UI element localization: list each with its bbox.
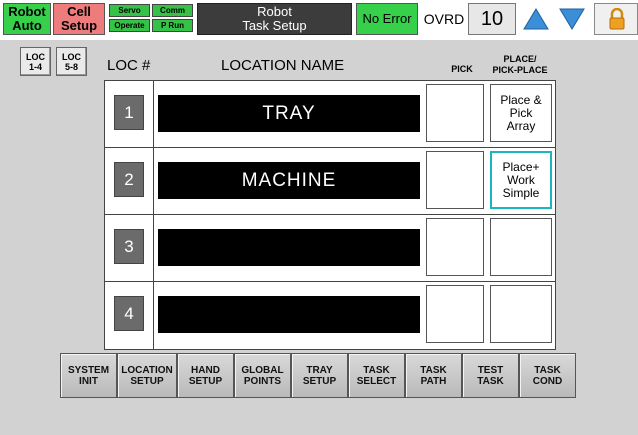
location-row: 2 MACHINE Place+ Work Simple (105, 148, 555, 215)
nav-hand-setup-button[interactable]: HAND SETUP (177, 353, 234, 398)
loc-5-8-button[interactable]: LOC 5-8 (56, 47, 87, 76)
arrow-down-icon (559, 8, 585, 30)
location-name-field[interactable] (158, 229, 420, 266)
robot-mode-button[interactable]: Robot Auto (3, 3, 51, 35)
nav-task-path-button[interactable]: TASK PATH (405, 353, 462, 398)
divider (153, 282, 154, 349)
location-number: 2 (114, 162, 144, 197)
divider (153, 81, 154, 147)
nav-tray-setup-button[interactable]: TRAY SETUP (291, 353, 348, 398)
screen-title: Robot Task Setup (197, 3, 352, 35)
pick-cell[interactable] (426, 285, 484, 343)
p-run-indicator: P Run (152, 19, 193, 32)
location-name-field[interactable]: TRAY (158, 95, 420, 132)
nav-test-task-button[interactable]: TEST TASK (462, 353, 519, 398)
nav-system-init-button[interactable]: SYSTEM INIT (60, 353, 117, 398)
location-table: 1 TRAY Place & Pick Array 2 MACHINE Plac… (104, 80, 556, 350)
ovrd-value: 10 (468, 3, 516, 35)
ovrd-down-button[interactable] (556, 3, 588, 35)
divider (153, 215, 154, 281)
servo-indicator: Servo (109, 4, 150, 17)
error-status-button[interactable]: No Error (356, 3, 418, 35)
place-mode-cell[interactable] (490, 285, 552, 343)
nav-location-setup-button[interactable]: LOCATION SETUP (117, 353, 177, 398)
nav-task-cond-button[interactable]: TASK COND (519, 353, 576, 398)
location-name-field[interactable] (158, 296, 420, 333)
location-row: 1 TRAY Place & Pick Array (105, 81, 555, 148)
location-number: 3 (114, 229, 144, 264)
operate-indicator: Operate (109, 19, 150, 32)
location-row: 4 (105, 282, 555, 349)
nav-task-select-button[interactable]: TASK SELECT (348, 353, 405, 398)
comm-indicator: Comm (152, 4, 193, 17)
location-row: 3 (105, 215, 555, 282)
ovrd-label: OVRD (423, 11, 465, 27)
place-mode-cell[interactable] (490, 218, 552, 276)
location-number: 1 (114, 95, 144, 130)
location-number: 4 (114, 296, 144, 331)
arrow-up-icon (523, 8, 549, 30)
pick-cell[interactable] (426, 84, 484, 142)
place-header: PLACE/ PICK-PLACE (492, 54, 548, 75)
pick-header: PICK (451, 64, 473, 74)
location-name-field[interactable]: MACHINE (158, 162, 420, 199)
place-mode-cell[interactable]: Place & Pick Array (490, 84, 552, 142)
cell-mode-button[interactable]: Cell Setup (53, 3, 105, 35)
lock-button[interactable] (594, 3, 638, 35)
place-mode-cell[interactable]: Place+ Work Simple (490, 151, 552, 209)
pick-cell[interactable] (426, 218, 484, 276)
nav-global-points-button[interactable]: GLOBAL POINTS (234, 353, 291, 398)
divider (153, 148, 154, 214)
bottom-navigation: SYSTEM INIT LOCATION SETUP HAND SETUP GL… (60, 353, 576, 398)
ovrd-up-button[interactable] (520, 3, 552, 35)
loc-1-4-button[interactable]: LOC 1-4 (20, 47, 51, 76)
pick-cell[interactable] (426, 151, 484, 209)
status-bar: Robot Auto Cell Setup Servo Comm Operate… (0, 0, 638, 40)
location-name-header: LOCATION NAME (221, 57, 345, 74)
loc-number-header: LOC # (107, 57, 151, 74)
lock-icon (609, 8, 625, 30)
